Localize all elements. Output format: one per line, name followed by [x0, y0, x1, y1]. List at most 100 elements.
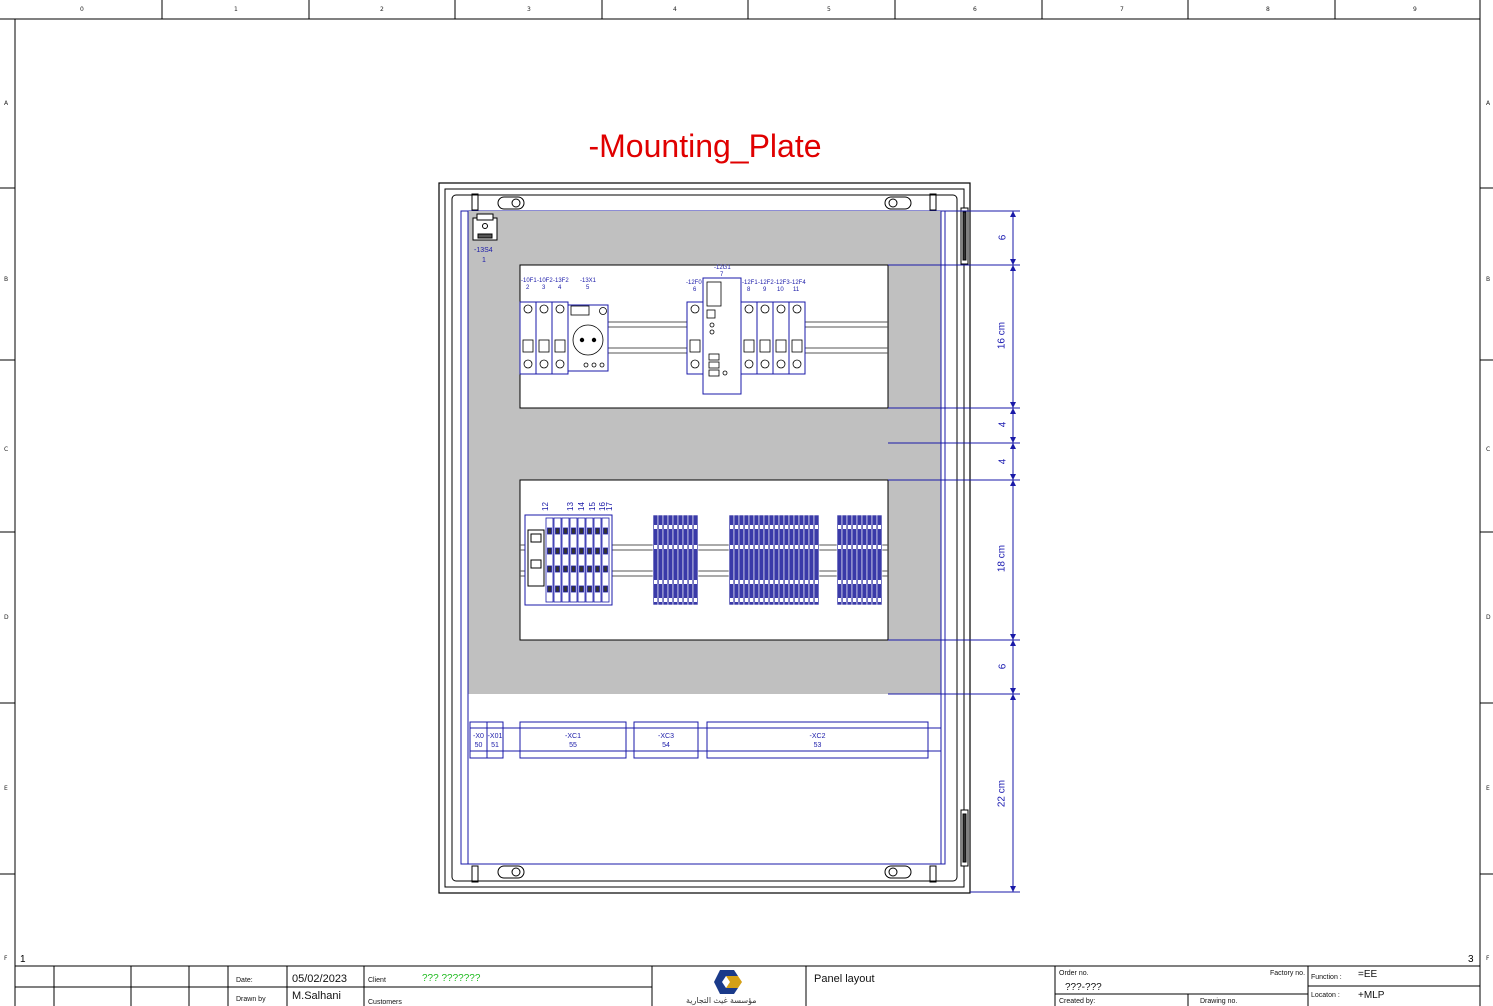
terminal-screw — [674, 580, 677, 584]
location-value: +MLP — [1358, 990, 1385, 1001]
terminal-screw — [745, 545, 748, 549]
device-num-12f3: 10 — [777, 287, 784, 293]
terminal-screw — [669, 545, 672, 549]
terminal-screw — [878, 598, 881, 602]
plc-io-terminal — [547, 585, 552, 593]
terminal-screw — [858, 525, 861, 529]
device-tag-13f2: -13F2 — [553, 278, 569, 284]
client-label: Client — [368, 977, 386, 984]
plc-io-terminal — [595, 565, 600, 573]
terminal-screw — [664, 580, 667, 584]
terminal-screw — [863, 525, 866, 529]
terminal-screw — [674, 525, 677, 529]
customers-label: Customers — [368, 999, 402, 1006]
terminal-screw — [694, 545, 697, 549]
terminal-xc2: -XC2 53 — [809, 733, 826, 749]
terminal-screw — [770, 580, 773, 584]
terminal-screw — [785, 580, 788, 584]
terminal-screw — [755, 525, 758, 529]
terminal-screw — [750, 525, 753, 529]
terminal-screw — [873, 580, 876, 584]
terminal-screw — [765, 525, 768, 529]
terminal-screw — [838, 580, 841, 584]
terminal-screw — [654, 580, 657, 584]
terminal-screw — [810, 545, 813, 549]
terminal-screw — [689, 580, 692, 584]
terminal-screw — [669, 580, 672, 584]
terminal-screw — [775, 580, 778, 584]
terminal-screw — [654, 598, 657, 602]
plc-io-terminal — [595, 585, 600, 593]
terminal-screw — [740, 545, 743, 549]
plc-io-terminal — [587, 547, 592, 555]
terminal-screw — [684, 580, 687, 584]
terminal-screw — [679, 525, 682, 529]
dimension-22cm: 22 cm — [996, 779, 1008, 808]
terminal-screw — [810, 525, 813, 529]
description: Panel layout — [814, 973, 875, 985]
device-tag-12f4: -12F4 — [790, 280, 806, 286]
terminal-screw — [780, 580, 783, 584]
terminal-screw — [674, 545, 677, 549]
plc-io-terminal — [603, 585, 608, 593]
plc-io-terminal — [579, 585, 584, 593]
terminal-screw — [659, 525, 662, 529]
terminal-screw — [873, 545, 876, 549]
terminal-screw — [694, 580, 697, 584]
terminal-screw — [780, 525, 783, 529]
terminal-screw — [785, 598, 788, 602]
terminal-screw — [740, 580, 743, 584]
device-num-10f1: 2 — [526, 285, 530, 291]
terminal-screw — [664, 525, 667, 529]
terminal-screw — [838, 598, 841, 602]
rail2-num-17: 17 — [604, 502, 614, 511]
terminal-screw — [780, 545, 783, 549]
device-tag-13x1: -13X1 — [580, 278, 597, 284]
plc-io-terminal — [555, 527, 560, 535]
terminal-screw — [689, 598, 692, 602]
plc-io-terminal — [587, 527, 592, 535]
terminal-screw — [750, 598, 753, 602]
terminal-screw — [740, 525, 743, 529]
terminal-screw — [858, 598, 861, 602]
plc-io-terminal — [555, 565, 560, 573]
terminal-x0: -X0 50 — [473, 733, 484, 749]
client-value: ??? ??????? — [422, 973, 481, 984]
terminal-screw — [843, 545, 846, 549]
enclosure-drawing — [438, 182, 1020, 994]
terminal-screw — [810, 598, 813, 602]
terminal-screw — [810, 580, 813, 584]
terminal-screw — [790, 598, 793, 602]
terminal-screw — [730, 545, 733, 549]
terminal-screw — [760, 580, 763, 584]
terminal-screw — [679, 580, 682, 584]
terminal-screw — [694, 598, 697, 602]
terminal-screw — [775, 525, 778, 529]
date-value: 05/02/2023 — [292, 973, 348, 985]
terminal-screw — [669, 598, 672, 602]
terminal-screw — [730, 580, 733, 584]
factory-label: Factory no. — [1270, 970, 1306, 977]
terminal-xc1: -XC1 55 — [565, 733, 581, 749]
terminal-screw — [878, 545, 881, 549]
terminal-screw — [815, 545, 818, 549]
terminal-screw — [775, 545, 778, 549]
device-tag-12f2: -12F2 — [758, 280, 774, 286]
terminal-screw — [848, 525, 851, 529]
terminal-screw — [745, 580, 748, 584]
rail2-num-12: 12 — [540, 502, 550, 511]
device-num-12f0: 6 — [693, 287, 697, 293]
plc-io-terminal — [555, 547, 560, 555]
plc-io-terminal — [571, 547, 576, 555]
dimension-4-b: 4 — [997, 458, 1009, 465]
plc-io-terminal — [595, 547, 600, 555]
terminal-screw — [775, 598, 778, 602]
rail2-num-13: 13 — [565, 502, 575, 511]
terminal-screw — [878, 525, 881, 529]
function-value: =EE — [1358, 969, 1378, 980]
top-switch-device — [472, 213, 498, 241]
device-tag-12g1: -12G1 — [714, 265, 731, 271]
terminal-screw — [664, 598, 667, 602]
terminal-screw — [848, 598, 851, 602]
terminal-screw — [838, 525, 841, 529]
